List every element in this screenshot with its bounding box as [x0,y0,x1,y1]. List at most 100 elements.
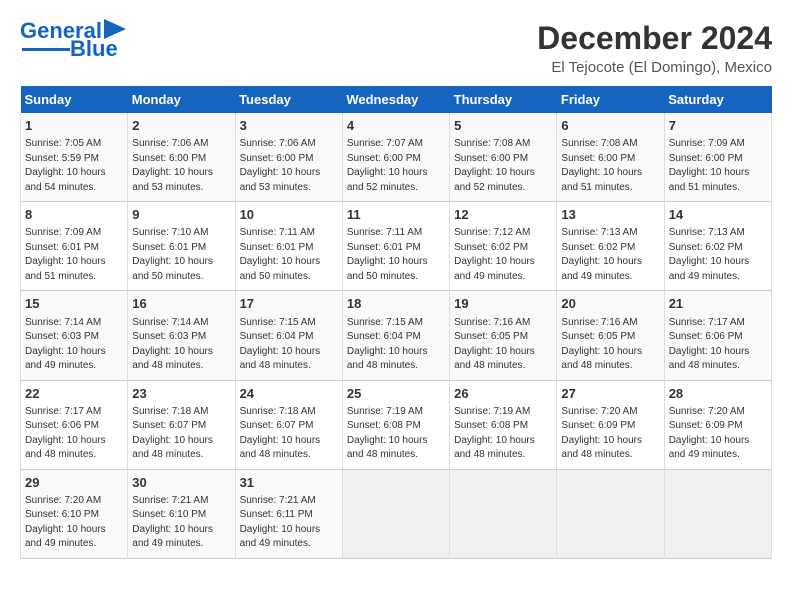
day-info: Sunrise: 7:05 AMSunset: 5:59 PMDaylight:… [25,137,123,195]
day-number: 12 [454,206,552,224]
calendar-header-row: SundayMondayTuesdayWednesdayThursdayFrid… [21,86,772,113]
title-area: December 2024 El Tejocote (El Domingo), … [537,20,772,76]
day-number: 25 [347,385,445,403]
day-header-thursday: Thursday [450,86,557,113]
calendar-cell: 13 Sunrise: 7:13 AMSunset: 6:02 PMDayligh… [557,202,664,291]
day-info: Sunrise: 7:18 AMSunset: 6:07 PMDaylight:… [240,405,338,463]
calendar-cell: 7Sunrise: 7:09 AMSunset: 6:00 PMDaylight… [664,113,771,202]
subtitle: El Tejocote (El Domingo), Mexico [537,59,772,76]
day-info: Sunrise: 7:20 AMSunset: 6:09 PMDaylight:… [561,405,659,463]
calendar-cell: 20 Sunrise: 7:16 AMSunset: 6:05 PMDayligh… [557,291,664,380]
day-number: 13 [561,206,659,224]
day-info: Sunrise: 7:20 AMSunset: 6:09 PMDaylight:… [669,405,767,463]
day-number: 16 [132,295,230,313]
day-number: 6 [561,117,659,135]
calendar-cell [450,469,557,558]
calendar-cell: 10Sunrise: 7:11 AMSunset: 6:01 PMDayligh… [235,202,342,291]
day-number: 21 [669,295,767,313]
day-info: Sunrise: 7:19 AMSunset: 6:08 PMDaylight:… [454,405,552,463]
calendar: SundayMondayTuesdayWednesdayThursdayFrid… [20,86,772,559]
day-header-friday: Friday [557,86,664,113]
day-number: 17 [240,295,338,313]
day-number: 27 [561,385,659,403]
day-info: Sunrise: 7:20 AMSunset: 6:10 PMDaylight:… [25,494,123,552]
calendar-cell: 28 Sunrise: 7:20 AMSunset: 6:09 PMDayligh… [664,380,771,469]
calendar-week-1: 8 Sunrise: 7:09 AMSunset: 6:01 PMDaylight… [21,202,772,291]
calendar-cell: 15 Sunrise: 7:14 AMSunset: 6:03 PMDayligh… [21,291,128,380]
day-info: Sunrise: 7:11 AMSunset: 6:01 PMDaylight:… [347,226,445,284]
day-info: Sunrise: 7:18 AMSunset: 6:07 PMDaylight:… [132,405,230,463]
day-number: 8 [25,206,123,224]
day-info: Sunrise: 7:14 AMSunset: 6:03 PMDaylight:… [132,316,230,374]
calendar-week-0: 1 Sunrise: 7:05 AMSunset: 5:59 PMDaylight… [21,113,772,202]
day-number: 11 [347,206,445,224]
day-number: 31 [240,474,338,492]
logo: General Blue [20,20,126,60]
calendar-cell: 3Sunrise: 7:06 AMSunset: 6:00 PMDaylight… [235,113,342,202]
calendar-cell [342,469,449,558]
calendar-cell: 1 Sunrise: 7:05 AMSunset: 5:59 PMDaylight… [21,113,128,202]
calendar-cell: 30 Sunrise: 7:21 AMSunset: 6:10 PMDayligh… [128,469,235,558]
day-info: Sunrise: 7:15 AMSunset: 6:04 PMDaylight:… [347,316,445,374]
day-number: 23 [132,385,230,403]
day-number: 30 [132,474,230,492]
day-info: Sunrise: 7:06 AMSunset: 6:00 PMDaylight:… [240,137,338,195]
header: General Blue December 2024 El Tejocote (… [20,20,772,76]
calendar-cell: 2 Sunrise: 7:06 AMSunset: 6:00 PMDaylight… [128,113,235,202]
logo-blue: Blue [70,38,118,60]
calendar-cell: 22 Sunrise: 7:17 AMSunset: 6:06 PMDayligh… [21,380,128,469]
day-header-saturday: Saturday [664,86,771,113]
day-number: 15 [25,295,123,313]
calendar-cell [664,469,771,558]
calendar-cell: 18 Sunrise: 7:15 AMSunset: 6:04 PMDayligh… [342,291,449,380]
day-info: Sunrise: 7:21 AMSunset: 6:10 PMDaylight:… [132,494,230,552]
day-number: 7 [669,117,767,135]
day-info: Sunrise: 7:06 AMSunset: 6:00 PMDaylight:… [132,137,230,195]
day-number: 9 [132,206,230,224]
calendar-cell: 9 Sunrise: 7:10 AMSunset: 6:01 PMDaylight… [128,202,235,291]
calendar-cell: 4 Sunrise: 7:07 AMSunset: 6:00 PMDaylight… [342,113,449,202]
day-info: Sunrise: 7:13 AMSunset: 6:02 PMDaylight:… [561,226,659,284]
calendar-cell: 5Sunrise: 7:08 AMSunset: 6:00 PMDaylight… [450,113,557,202]
day-info: Sunrise: 7:16 AMSunset: 6:05 PMDaylight:… [561,316,659,374]
day-info: Sunrise: 7:16 AMSunset: 6:05 PMDaylight:… [454,316,552,374]
day-number: 26 [454,385,552,403]
calendar-cell: 29 Sunrise: 7:20 AMSunset: 6:10 PMDayligh… [21,469,128,558]
day-number: 18 [347,295,445,313]
day-number: 4 [347,117,445,135]
day-info: Sunrise: 7:08 AMSunset: 6:00 PMDaylight:… [561,137,659,195]
calendar-cell: 21 Sunrise: 7:17 AMSunset: 6:06 PMDayligh… [664,291,771,380]
day-number: 20 [561,295,659,313]
day-info: Sunrise: 7:21 AMSunset: 6:11 PMDaylight:… [240,494,338,552]
day-number: 2 [132,117,230,135]
day-info: Sunrise: 7:15 AMSunset: 6:04 PMDaylight:… [240,316,338,374]
main-title: December 2024 [537,20,772,57]
day-info: Sunrise: 7:13 AMSunset: 6:02 PMDaylight:… [669,226,767,284]
day-number: 19 [454,295,552,313]
day-number: 5 [454,117,552,135]
day-header-tuesday: Tuesday [235,86,342,113]
day-info: Sunrise: 7:14 AMSunset: 6:03 PMDaylight:… [25,316,123,374]
day-number: 29 [25,474,123,492]
calendar-cell: 27 Sunrise: 7:20 AMSunset: 6:09 PMDayligh… [557,380,664,469]
day-number: 28 [669,385,767,403]
logo-line [22,48,70,51]
calendar-cell: 12 Sunrise: 7:12 AMSunset: 6:02 PMDayligh… [450,202,557,291]
day-info: Sunrise: 7:09 AMSunset: 6:01 PMDaylight:… [25,226,123,284]
day-header-monday: Monday [128,86,235,113]
day-number: 10 [240,206,338,224]
day-info: Sunrise: 7:12 AMSunset: 6:02 PMDaylight:… [454,226,552,284]
day-info: Sunrise: 7:17 AMSunset: 6:06 PMDaylight:… [669,316,767,374]
calendar-cell: 25Sunrise: 7:19 AMSunset: 6:08 PMDayligh… [342,380,449,469]
calendar-week-4: 29 Sunrise: 7:20 AMSunset: 6:10 PMDayligh… [21,469,772,558]
calendar-cell: 19 Sunrise: 7:16 AMSunset: 6:05 PMDayligh… [450,291,557,380]
calendar-cell [557,469,664,558]
day-info: Sunrise: 7:10 AMSunset: 6:01 PMDaylight:… [132,226,230,284]
day-info: Sunrise: 7:07 AMSunset: 6:00 PMDaylight:… [347,137,445,195]
day-number: 1 [25,117,123,135]
day-header-wednesday: Wednesday [342,86,449,113]
day-number: 22 [25,385,123,403]
calendar-week-2: 15 Sunrise: 7:14 AMSunset: 6:03 PMDayligh… [21,291,772,380]
day-info: Sunrise: 7:17 AMSunset: 6:06 PMDaylight:… [25,405,123,463]
calendar-cell: 6 Sunrise: 7:08 AMSunset: 6:00 PMDaylight… [557,113,664,202]
